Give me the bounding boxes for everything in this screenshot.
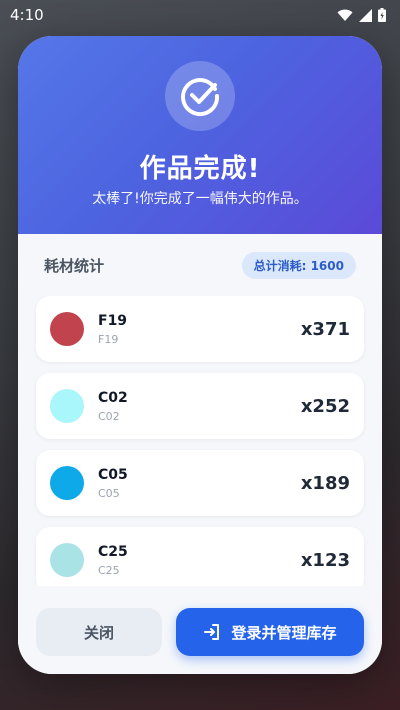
material-quantity: x123 <box>300 549 350 571</box>
completion-dialog: 作品完成! 太棒了!你完成了一幅伟大的作品。 耗材统计 总计消耗: 1600 F… <box>18 36 382 674</box>
material-names: C05 C05 <box>98 467 301 500</box>
login-manage-inventory-label: 登录并管理库存 <box>231 623 337 642</box>
material-subcode: C05 <box>98 486 120 500</box>
material-subcode: C25 <box>98 563 120 577</box>
material-code: C25 <box>98 543 128 560</box>
completion-title: 作品完成! <box>139 154 261 184</box>
completion-subtitle: 太棒了!你完成了一幅伟大的作品。 <box>92 191 308 207</box>
status-icons <box>337 8 386 22</box>
material-quantity: x189 <box>300 472 350 494</box>
wifi-icon <box>337 9 353 21</box>
material-names: F19 F19 <box>98 313 301 346</box>
login-manage-inventory-button[interactable]: 登录并管理库存 <box>176 608 364 656</box>
close-button[interactable]: 关闭 <box>36 608 162 656</box>
stats-title: 耗材统计 <box>44 256 105 275</box>
signal-icon <box>359 8 372 22</box>
material-names: C25 C25 <box>98 544 301 577</box>
material-list[interactable]: F19 F19 x371 C02 C02 x252 C05 C05 x189 C… <box>18 296 382 586</box>
color-swatch <box>50 312 84 346</box>
material-item-c02: C02 C02 x252 <box>36 373 364 439</box>
status-bar: 4:10 <box>0 0 400 30</box>
battery-icon <box>378 8 386 22</box>
color-swatch <box>50 543 84 577</box>
color-swatch <box>50 466 84 500</box>
status-time: 4:10 <box>10 6 44 24</box>
material-item-c05: C05 C05 x189 <box>36 450 364 516</box>
completion-header: 作品完成! 太棒了!你完成了一幅伟大的作品。 <box>18 36 382 234</box>
check-circle-icon <box>181 78 220 117</box>
material-subcode: C02 <box>98 409 120 423</box>
material-item-f19: F19 F19 x371 <box>36 296 364 362</box>
material-quantity: x252 <box>300 395 350 417</box>
check-circle-badge <box>165 61 235 131</box>
login-icon <box>204 624 220 640</box>
material-quantity: x371 <box>300 318 350 340</box>
dialog-actions: 关闭 登录并管理库存 <box>18 590 382 674</box>
stats-header: 耗材统计 总计消耗: 1600 <box>18 234 382 296</box>
material-code: C05 <box>98 466 128 483</box>
color-swatch <box>50 389 84 423</box>
material-code: F19 <box>98 312 128 329</box>
material-item-c25: C25 C25 x123 <box>36 527 364 586</box>
total-consumption-badge: 总计消耗: 1600 <box>241 251 356 279</box>
material-subcode: F19 <box>98 332 119 346</box>
material-code: C02 <box>98 389 128 406</box>
material-names: C02 C02 <box>98 390 301 423</box>
